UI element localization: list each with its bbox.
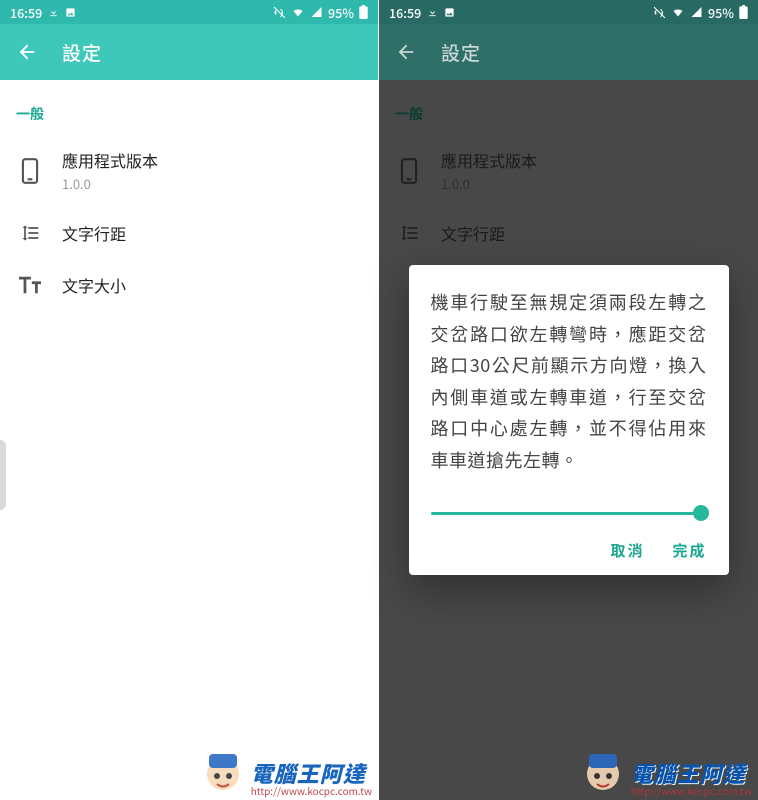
- text-size-label: 文字大小: [62, 273, 126, 297]
- back-icon[interactable]: [395, 41, 417, 63]
- image-icon: [444, 7, 455, 18]
- back-icon[interactable]: [16, 41, 38, 63]
- app-bar: 設定: [379, 24, 758, 80]
- phone-icon: [18, 158, 42, 184]
- done-button[interactable]: 完成: [672, 540, 706, 561]
- text-size-icon: [18, 276, 42, 294]
- signal-icon: [690, 6, 703, 18]
- slider-thumb[interactable]: [693, 505, 709, 521]
- dialog-body: 機車行駛至無規定須兩段左轉之交岔路口欲左轉彎時，應距交岔路口30公尺前顯示方向燈…: [431, 287, 707, 476]
- app-version-value: 1.0.0: [62, 174, 158, 193]
- line-spacing-label: 文字行距: [62, 221, 126, 245]
- row-app-version[interactable]: 應用程式版本 1.0.0: [0, 134, 378, 207]
- mascot-icon: [201, 748, 245, 796]
- battery-pct: 95%: [708, 3, 734, 22]
- dialog-scrim[interactable]: 機車行駛至無規定須兩段左轉之交岔路口欲左轉彎時，應距交岔路口30公尺前顯示方向燈…: [379, 80, 758, 800]
- slider-track: [431, 512, 707, 515]
- phone-right: 16:59 95%: [379, 0, 758, 800]
- signal-icon: [310, 6, 323, 18]
- page-title: 設定: [62, 39, 102, 66]
- status-bar: 16:59 95%: [0, 0, 378, 24]
- section-header-general: 一般: [0, 96, 378, 134]
- page-title: 設定: [441, 39, 481, 66]
- vibrate-icon: [273, 6, 286, 19]
- edge-tab: [0, 440, 6, 510]
- image-icon: [65, 7, 76, 18]
- phone-left: 16:59 95%: [0, 0, 379, 800]
- text-size-dialog: 機車行駛至無規定須兩段左轉之交岔路口欲左轉彎時，應距交岔路口30公尺前顯示方向燈…: [409, 265, 729, 575]
- row-text-size[interactable]: 文字大小: [0, 259, 378, 311]
- battery-pct: 95%: [328, 3, 354, 22]
- battery-icon: [739, 5, 748, 19]
- watermark: 電腦王阿達 http://www.kocpc.com.tw: [201, 748, 372, 796]
- app-version-label: 應用程式版本: [62, 148, 158, 172]
- content: 一般 應用程式版本 1.0.0 文字行距: [0, 80, 378, 800]
- app-bar: 設定: [0, 24, 378, 80]
- download-icon: [48, 7, 59, 18]
- status-time: 16:59: [10, 3, 42, 22]
- row-line-spacing[interactable]: 文字行距: [0, 207, 378, 259]
- wifi-icon: [671, 6, 685, 18]
- line-height-icon: [18, 223, 42, 243]
- content: 一般 應用程式版本 1.0.0 文字行距 機車行駛至無規定須兩段: [379, 80, 758, 800]
- watermark-title: 電腦王阿達: [251, 762, 372, 784]
- cancel-button[interactable]: 取消: [610, 540, 644, 561]
- vibrate-icon: [653, 6, 666, 19]
- wifi-icon: [291, 6, 305, 18]
- download-icon: [427, 7, 438, 18]
- battery-icon: [359, 5, 368, 19]
- watermark-url: http://www.kocpc.com.tw: [251, 786, 372, 796]
- status-time: 16:59: [389, 3, 421, 22]
- status-bar: 16:59 95%: [379, 0, 758, 24]
- text-size-slider[interactable]: [431, 504, 707, 522]
